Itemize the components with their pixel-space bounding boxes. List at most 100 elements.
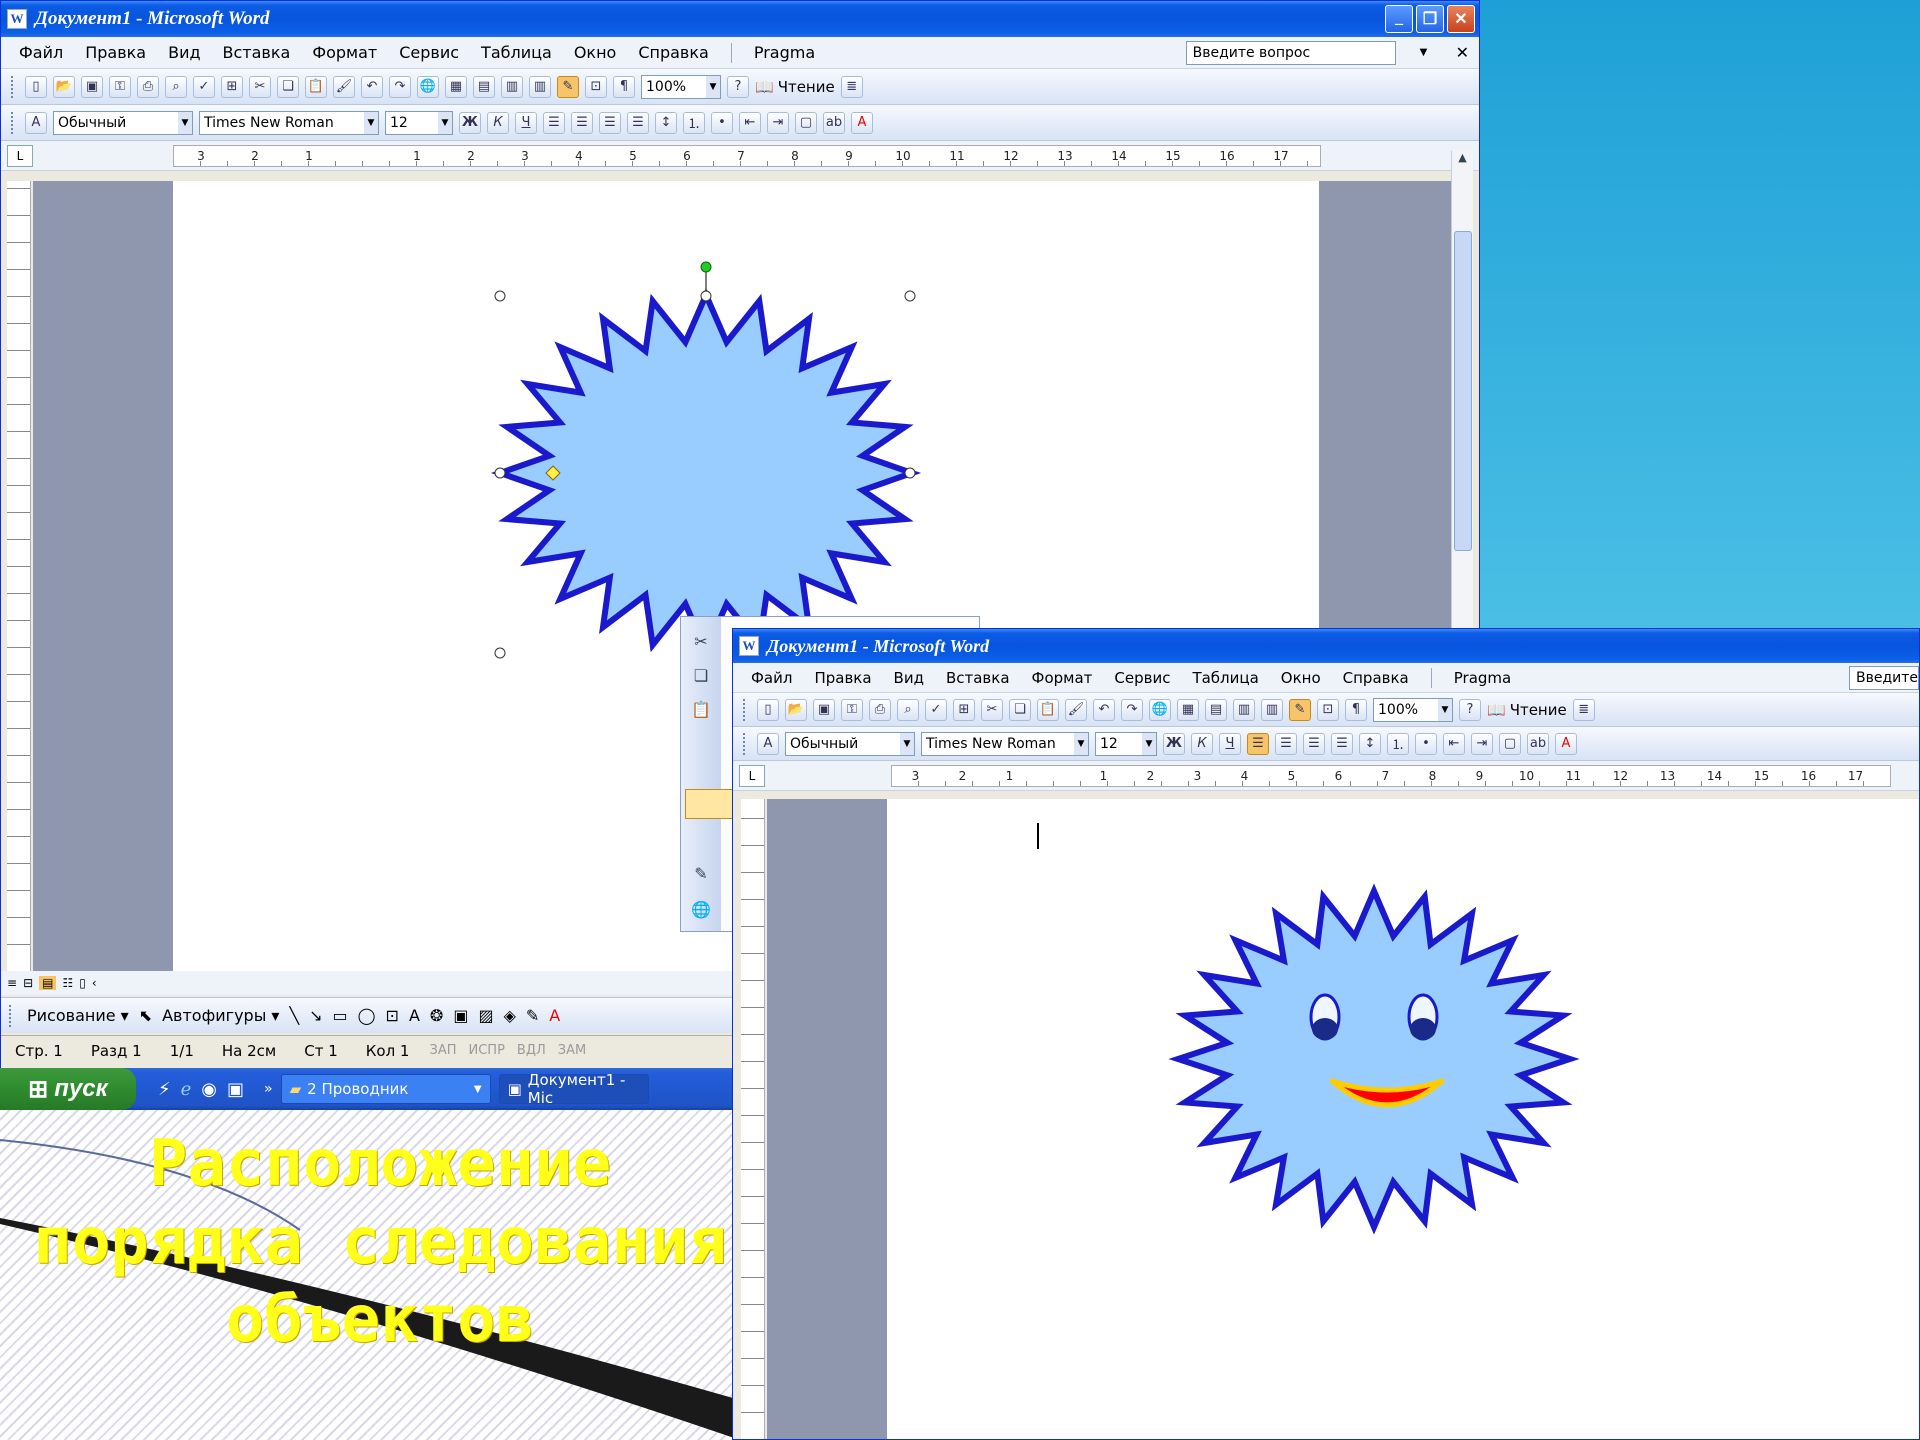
increase-indent-icon[interactable]: ⇥	[767, 111, 789, 134]
font-select[interactable]: Times New Roman ▼	[199, 110, 379, 135]
undo-icon[interactable]: ↶	[1093, 698, 1115, 721]
redo-icon[interactable]: ↷	[389, 75, 411, 98]
menu-pragma[interactable]: Pragma	[754, 43, 815, 62]
menu-insert[interactable]: Вставка	[223, 43, 291, 62]
insert-table-icon[interactable]: ▤	[473, 75, 495, 98]
borders-icon[interactable]: ▢	[1499, 732, 1521, 755]
undo-icon[interactable]: ↶	[361, 75, 383, 98]
menu-table[interactable]: Таблица	[1192, 669, 1258, 687]
diagram-icon[interactable]: ❂	[430, 1006, 443, 1025]
normal-view-icon[interactable]: ≡	[7, 976, 17, 990]
spelling-icon[interactable]: ✓	[925, 698, 947, 721]
line-spacing-icon[interactable]: ↕	[655, 111, 677, 134]
document-map-icon[interactable]: ⊡	[585, 75, 607, 98]
cut-icon[interactable]: ✂	[981, 698, 1003, 721]
numbering-icon[interactable]: ⒈	[1387, 732, 1409, 755]
style-select[interactable]: Обычный ▼	[785, 731, 915, 756]
resize-handle[interactable]	[494, 467, 506, 479]
open-icon[interactable]: 📂	[785, 698, 807, 721]
zoom-select[interactable]: 100% ▼	[1373, 697, 1453, 722]
decrease-indent-icon[interactable]: ⇤	[739, 111, 761, 134]
help-icon[interactable]: ?	[727, 75, 749, 98]
menu-format[interactable]: Формат	[1032, 669, 1093, 687]
research-icon[interactable]: ⊞	[221, 75, 243, 98]
scrollbar-thumb[interactable]	[1454, 231, 1472, 551]
horizontal-ruler[interactable]: 3 2 1 1 2 3 4 5 6 7 8 9 10 11 12 13 14 15 16 17	[891, 764, 1891, 787]
toolbar-grip[interactable]	[11, 75, 15, 98]
rectangle-icon[interactable]: ▭	[333, 1006, 348, 1025]
align-center-icon[interactable]: ☰	[571, 111, 593, 134]
taskbar-item-word[interactable]: ▣ Документ1 - Mic	[498, 1071, 649, 1107]
menu-edit[interactable]: Правка	[814, 669, 871, 687]
font-color-icon[interactable]: A	[851, 111, 873, 134]
clipart-icon[interactable]: ▣	[453, 1006, 468, 1025]
insert-excel-icon[interactable]: ▥	[501, 75, 523, 98]
menu-pragma[interactable]: Pragma	[1454, 669, 1511, 687]
menu-insert[interactable]: Вставка	[946, 669, 1010, 687]
cut-icon[interactable]: ✂	[249, 75, 271, 98]
increase-indent-icon[interactable]: ⇥	[1471, 732, 1493, 755]
print-icon[interactable]: ⎙	[137, 75, 159, 98]
paste-icon[interactable]: 📋	[1037, 698, 1059, 721]
web-layout-icon[interactable]: ⊟	[23, 976, 33, 990]
tables-borders-icon[interactable]: ▦	[1177, 698, 1199, 721]
save-icon[interactable]: ▣	[81, 75, 103, 98]
save-icon[interactable]: ▣	[813, 698, 835, 721]
show-hide-icon[interactable]: ¶	[613, 75, 635, 98]
status-ovr[interactable]: ЗАМ	[552, 1043, 592, 1058]
menu-tools[interactable]: Сервис	[1114, 669, 1170, 687]
chevron-more-icon[interactable]: »	[264, 1081, 273, 1097]
menu-file[interactable]: Файл	[751, 669, 792, 687]
redo-icon[interactable]: ↷	[1121, 698, 1143, 721]
hyperlink-icon[interactable]: 🌐	[417, 75, 439, 98]
document-close-icon[interactable]: ✕	[1456, 43, 1469, 62]
open-icon[interactable]: 📂	[53, 75, 75, 98]
resize-handle[interactable]	[700, 290, 712, 302]
menu-edit[interactable]: Правка	[85, 43, 146, 62]
textbox-icon[interactable]: ⊡	[386, 1006, 399, 1025]
ask-question-input[interactable]: Введите	[1849, 665, 1919, 690]
align-left-icon[interactable]: ☰	[543, 111, 565, 134]
menu-table[interactable]: Таблица	[481, 43, 552, 62]
scroll-left-icon[interactable]: ‹	[92, 976, 97, 990]
drawing-icon[interactable]: ✎	[1289, 698, 1311, 721]
toolbar-grip[interactable]	[743, 698, 747, 721]
read-button[interactable]: 📖 Чтение	[755, 78, 835, 96]
print-preview-icon[interactable]: ⌕	[165, 75, 187, 98]
menu-tools[interactable]: Сервис	[399, 43, 459, 62]
new-document-icon[interactable]: ▯	[25, 75, 47, 98]
styles-icon[interactable]: A	[25, 111, 47, 134]
toolbar-options-icon[interactable]: ≣	[840, 75, 863, 98]
status-ext[interactable]: ВДЛ	[511, 1043, 552, 1058]
bullets-icon[interactable]: •	[711, 111, 733, 134]
quicklaunch-icon[interactable]: ⚡	[158, 1079, 171, 1100]
menu-format[interactable]: Формат	[312, 43, 377, 62]
font-size-select[interactable]: 12 ▼	[385, 110, 453, 135]
menu-file[interactable]: Файл	[19, 43, 63, 62]
numbering-icon[interactable]: ⒈	[683, 111, 705, 134]
ask-dropdown-icon[interactable]: ▼	[1420, 47, 1434, 58]
columns-icon[interactable]: ▥	[529, 75, 551, 98]
vertical-ruler[interactable]	[7, 181, 31, 971]
underline-icon[interactable]: Ч	[515, 111, 537, 134]
highlight-icon[interactable]: ab	[1527, 732, 1549, 755]
document-map-icon[interactable]: ⊡	[1317, 698, 1339, 721]
paste-icon[interactable]: 📋	[689, 697, 713, 721]
align-right-icon[interactable]: ☰	[1303, 732, 1325, 755]
drawing-icon[interactable]: ✎	[557, 75, 579, 98]
hyperlink-icon[interactable]: 🌐	[1149, 698, 1171, 721]
autoshapes-menu[interactable]: Автофигуры ▾	[162, 1006, 279, 1025]
borders-icon[interactable]: ▢	[795, 111, 817, 134]
close-button[interactable]: ✕	[1447, 5, 1475, 33]
minimize-button[interactable]: _	[1385, 5, 1413, 33]
reading-layout-icon[interactable]: ▯	[79, 976, 86, 990]
menu-view[interactable]: Вид	[168, 43, 200, 62]
copy-icon[interactable]: ❏	[1009, 698, 1031, 721]
toolbar-grip[interactable]	[743, 732, 747, 755]
toolbar-grip[interactable]	[11, 111, 15, 134]
restore-button[interactable]: ❐	[1416, 5, 1444, 33]
font-size-select[interactable]: 12 ▼	[1095, 731, 1157, 756]
ask-question-input[interactable]: Введите вопрос	[1185, 40, 1396, 65]
draw-menu[interactable]: Рисование ▾	[27, 1006, 129, 1025]
print-preview-icon[interactable]: ⌕	[897, 698, 919, 721]
